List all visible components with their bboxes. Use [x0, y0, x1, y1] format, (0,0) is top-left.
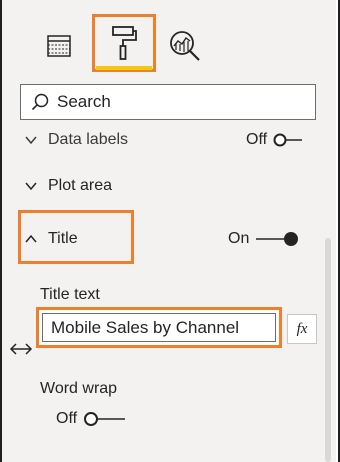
- selected-tab-indicator: [96, 66, 152, 70]
- title-text-highlight: [36, 307, 282, 348]
- title-text-label: Title text: [40, 286, 100, 303]
- word-wrap-label: Word wrap: [40, 380, 118, 397]
- fx-button[interactable]: fx: [287, 314, 317, 344]
- search-icon: [31, 93, 49, 111]
- toggle-state-label: Off: [246, 131, 268, 148]
- title-toggle[interactable]: On: [228, 230, 299, 248]
- paint-roller-icon: [112, 26, 137, 60]
- data-labels-toggle[interactable]: Off: [246, 131, 303, 149]
- chevron-down-icon: [25, 182, 37, 191]
- toggle-state-label: On: [228, 230, 250, 247]
- format-sections: Data labels Off Plot area Title On Title…: [2, 128, 336, 462]
- chevron-down-icon: [25, 136, 37, 145]
- section-plot-area[interactable]: Plot area: [2, 168, 336, 204]
- section-label: Plot area: [48, 177, 113, 194]
- word-wrap-toggle[interactable]: Off: [56, 410, 127, 428]
- toggle-off-icon: [84, 412, 126, 426]
- toggle-on-icon: [256, 232, 299, 246]
- pane-scrollbar[interactable]: [325, 238, 331, 462]
- section-data-labels[interactable]: Data labels Off: [2, 128, 336, 158]
- toggle-state-label: Off: [56, 410, 78, 427]
- resize-cursor-icon: [9, 343, 33, 355]
- title-section-highlight: [18, 210, 134, 264]
- fields-tab[interactable]: [42, 26, 76, 66]
- section-label: Data labels: [48, 131, 129, 148]
- toggle-off-icon: [273, 133, 303, 147]
- analytics-magnifier-icon: [170, 31, 200, 61]
- search-box[interactable]: [20, 84, 316, 120]
- analytics-tab[interactable]: [166, 26, 204, 66]
- format-tab[interactable]: [92, 14, 156, 72]
- title-text-input[interactable]: [42, 313, 276, 342]
- search-input[interactable]: [57, 92, 297, 112]
- fields-icon: [47, 35, 71, 57]
